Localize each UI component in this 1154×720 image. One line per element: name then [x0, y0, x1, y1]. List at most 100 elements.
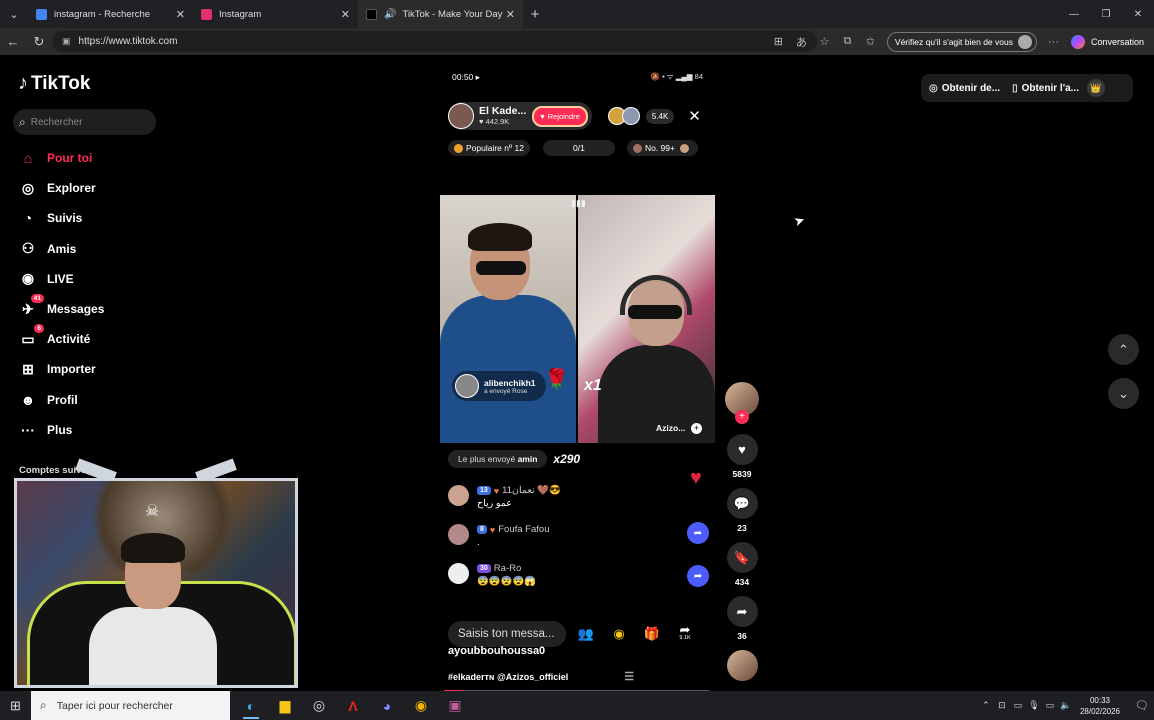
tab-instagram-search[interactable]: instagram - Recherche ✕ [28, 0, 193, 28]
url-field[interactable]: ▣ https://www.tiktok.com [52, 31, 817, 52]
close-live-icon[interactable]: ✕ [688, 107, 701, 125]
app-install-icon[interactable]: ⊞ [767, 35, 790, 48]
user-avatar[interactable]: 👑 [1086, 79, 1105, 97]
chrome-icon[interactable]: ◉ [404, 691, 438, 720]
video-editor-icon[interactable]: ▣ [438, 691, 472, 720]
reply-share-icon[interactable]: ➦ [687, 522, 709, 544]
back-icon[interactable]: ← [0, 34, 26, 49]
follow-plus-icon[interactable]: + [735, 410, 749, 424]
sidebar-item-messages[interactable]: ✈ 41 Messages [18, 294, 104, 324]
hashtags-text[interactable]: #elkaderᴛɴ @Azizos_officiel [448, 672, 568, 682]
share-button[interactable]: ➦ [726, 596, 758, 627]
tab-actions-menu-icon[interactable]: ⌄ [0, 0, 28, 28]
search-icon: ⌕ [40, 698, 47, 712]
minimize-icon[interactable]: — [1058, 0, 1090, 28]
sidebar-item-explorer[interactable]: ◎ Explorer [18, 173, 104, 203]
profile-verify-button[interactable]: Vérifiez qu'il s'agit bien de vous [886, 31, 1037, 52]
get-coins-button[interactable]: ◎ Obtenir de... [929, 83, 1000, 94]
sidebar-item-pour-toi[interactable]: ⌂ Pour toi [18, 143, 104, 173]
sidebar-item-profil[interactable]: ☻ Profil [18, 385, 104, 415]
viewer-avatars[interactable] [607, 107, 640, 125]
status-time: 00:50 [452, 71, 474, 82]
join-button[interactable]: ♥ Rejoindre [532, 105, 588, 127]
commenter-avatar[interactable] [448, 485, 469, 506]
sidebar-item-importer[interactable]: ⊞ Importer [18, 354, 104, 384]
follow-guest-icon[interactable]: + [691, 423, 702, 434]
microphone-icon[interactable]: 🎙 [1026, 700, 1042, 711]
chat-input[interactable]: Saisis ton messa... [448, 621, 566, 647]
extensions-icon[interactable]: ⧉ [836, 35, 859, 48]
host-avatar[interactable] [448, 103, 474, 129]
previous-video-button[interactable]: ⌃ [1108, 334, 1139, 365]
tab-title: Instagram [219, 8, 262, 20]
creator-avatar[interactable]: + [725, 382, 759, 424]
host-pill[interactable]: El Kade... ♥ 442.9K ♥ Rejoindre [448, 102, 592, 130]
rose-gift-icon: 🌹 [544, 369, 569, 391]
coin-boost-icon[interactable]: ◉ [606, 621, 632, 647]
music-disc-avatar[interactable] [726, 650, 758, 681]
logo-text: TikTok [31, 72, 91, 94]
usb-icon[interactable]: ⊡ [994, 700, 1010, 711]
tray-expand-icon[interactable]: ⌃ [978, 700, 994, 711]
translate-icon[interactable]: あ [790, 34, 813, 50]
close-tab-icon[interactable]: ✕ [506, 8, 515, 21]
weekly-rank-pill[interactable]: No. 99+ [626, 140, 698, 156]
favorite-star-icon[interactable]: ☆ [813, 35, 836, 48]
tiktok-logo[interactable]: ♪ TikTok [18, 72, 90, 95]
creator-username[interactable]: ayoubbouhoussa0 [448, 645, 545, 657]
sidebar-item-amis[interactable]: ⚇ Amis [18, 234, 104, 264]
goal-counter[interactable]: 0/1 [542, 140, 615, 156]
guests-icon[interactable]: 👥 [573, 621, 599, 647]
gift-icon[interactable]: 🎁 [639, 621, 665, 647]
taskbar-search-input[interactable]: ⌕ Taper ici pour rechercher [31, 691, 230, 720]
discord-icon[interactable]: ◕ [370, 691, 404, 720]
comment-item: 13 ♥ نعمان11 🤎😎 عمو رياح [448, 485, 713, 509]
notification-icon[interactable]: 🗨 [1130, 699, 1154, 712]
site-info-icon[interactable]: ▣ [62, 36, 71, 47]
volume-icon[interactable]: 🔈 [1058, 700, 1074, 711]
guest-name[interactable]: Azizo... [656, 423, 685, 433]
popular-rank-pill[interactable]: Populaire nº 12 [448, 140, 530, 156]
save-button[interactable]: 🔖 [726, 542, 758, 573]
maximize-icon[interactable]: ❐ [1090, 0, 1122, 28]
like-button[interactable]: ♥ [726, 434, 758, 465]
adobe-icon[interactable]: Λ [336, 691, 370, 720]
system-clock[interactable]: 00:33 28/02/2026 [1080, 695, 1120, 717]
close-window-icon[interactable]: ✕ [1122, 0, 1154, 28]
copilot-conversation-button[interactable]: Conversation [1065, 34, 1154, 49]
comment-button[interactable]: 💬 [726, 488, 758, 519]
multi-guest-video[interactable]: ▮▮▮ alibenchikh1 a envoyé Rose 🌹 x1 Aziz… [440, 195, 715, 443]
live-share-icon[interactable]: ➦ 9.1K [672, 621, 698, 647]
tab-instagram[interactable]: Instagram ✕ [193, 0, 358, 28]
sidebar-item-live[interactable]: ◉ LIVE [18, 264, 104, 294]
reload-icon[interactable]: ↻ [26, 34, 52, 50]
next-video-button[interactable]: ⌄ [1108, 378, 1139, 409]
obs-icon[interactable]: ◎ [302, 691, 336, 720]
sidebar-item-activite[interactable]: ▭ 6 Activité [18, 324, 104, 354]
new-tab-button[interactable]: + [523, 6, 547, 23]
edge-icon[interactable]: ◐ [234, 691, 268, 720]
network-icon[interactable]: ▭ [1042, 700, 1058, 711]
audio-playing-icon[interactable]: 🔊 [384, 9, 396, 20]
commenter-name[interactable]: Ra-Ro [494, 563, 521, 574]
file-explorer-icon[interactable]: ▆ [268, 691, 302, 720]
meet-now-icon[interactable]: ▭ [1010, 700, 1026, 711]
commenter-name[interactable]: Foufa Fafou [498, 524, 549, 535]
commenter-name[interactable]: نعمان11 🤎😎 [502, 485, 561, 496]
details-menu-icon[interactable]: ☰ [624, 670, 634, 683]
more-icon[interactable]: ··· [1042, 36, 1065, 48]
tab-tiktok[interactable]: 🔊 TikTok - Make Your Day ✕ [358, 0, 523, 28]
reply-share-icon[interactable]: ➦ [687, 565, 709, 587]
close-tab-icon[interactable]: ✕ [176, 8, 185, 21]
commenter-avatar[interactable] [448, 563, 469, 584]
sidebar-item-plus[interactable]: ··· Plus [18, 415, 104, 445]
favorites-icon[interactable]: ✩ [859, 35, 882, 48]
close-tab-icon[interactable]: ✕ [341, 8, 350, 21]
windows-start-icon[interactable]: ⊞ [0, 691, 31, 720]
search-input[interactable]: ⌕ Rechercher [13, 109, 156, 135]
commenter-avatar[interactable] [448, 524, 469, 545]
viewer-count[interactable]: 5.4K [645, 108, 675, 124]
get-app-button[interactable]: ▯ Obtenir l'a... [1012, 83, 1079, 94]
sidebar-item-suivis[interactable]: ◔ Suivis [18, 203, 104, 233]
host-row: El Kade... ♥ 442.9K ♥ Rejoindre 5.4K ✕ [448, 102, 713, 130]
